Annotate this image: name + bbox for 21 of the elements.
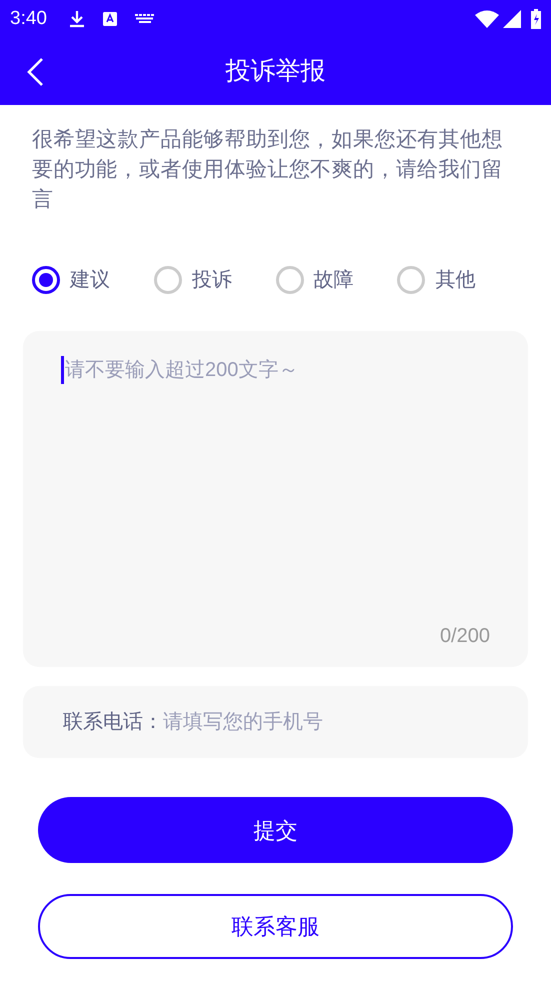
category-radio[interactable]: 其他 <box>397 265 519 295</box>
submit-button[interactable]: 提交 <box>38 797 513 863</box>
intro-text: 很希望这款产品能够帮助到您，如果您还有其他想要的功能，或者使用体验让您不爽的，请给我们留言 <box>32 127 504 213</box>
battery-icon <box>531 9 541 29</box>
download-icon <box>68 10 85 28</box>
character-counter: 0/200 <box>440 624 490 649</box>
status-time: 3:40 <box>10 6 47 31</box>
contact-support-button[interactable]: 联系客服 <box>38 894 513 959</box>
category-radio[interactable]: 建议 <box>32 265 154 295</box>
phone-label: 联系电话： <box>63 710 163 735</box>
wifi-icon <box>475 10 499 28</box>
category-radio[interactable]: 投诉 <box>154 265 276 295</box>
phone-input[interactable]: 请填写您的手机号 <box>163 707 488 737</box>
page-title: 投诉举报 <box>226 56 326 87</box>
keyboard-icon <box>134 14 155 24</box>
keyboard-letter-icon <box>102 12 117 26</box>
text-cursor <box>61 356 64 384</box>
category-radio[interactable]: 故障 <box>276 265 398 295</box>
phone-field[interactable]: 联系电话：请填写您的手机号 <box>23 686 528 758</box>
signal-icon <box>503 10 521 28</box>
back-icon[interactable] <box>26 56 44 86</box>
